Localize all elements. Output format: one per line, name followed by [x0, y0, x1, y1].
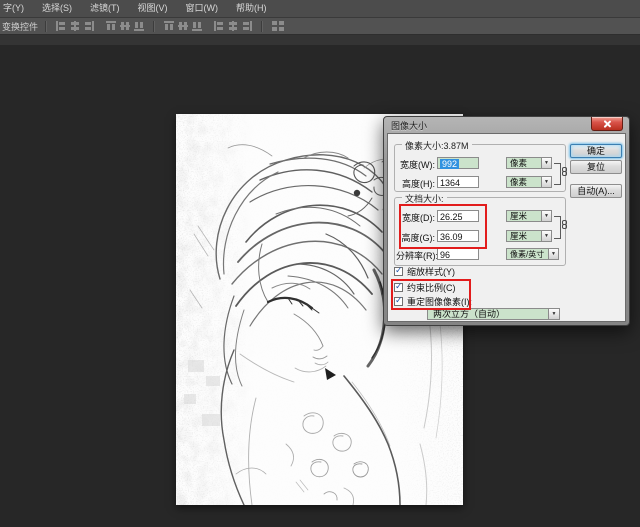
distribute-right-edges-icon[interactable]: [242, 21, 252, 31]
auto-align-layers-icon[interactable]: [272, 21, 285, 31]
pixel-height-label: 高度(H):: [396, 177, 435, 190]
pixel-height-unit-select[interactable]: 像素 ▼: [506, 176, 552, 188]
menu-bar: 字(Y) 选择(S) 滤镜(T) 视图(V) 窗口(W) 帮助(H): [0, 0, 640, 18]
dropdown-arrow-icon[interactable]: ▼: [541, 176, 552, 188]
dropdown-arrow-icon[interactable]: ▼: [541, 157, 552, 169]
doc-height-unit-select[interactable]: 厘米 ▼: [506, 230, 552, 242]
resolution-unit-select[interactable]: 像素/英寸 ▼: [506, 248, 559, 260]
distribute-horizontal-centers-icon[interactable]: [228, 21, 238, 31]
close-icon: [604, 120, 611, 127]
options-separator: [261, 21, 263, 32]
pixel-height-row: 高度(H): 1364 像素 ▼: [396, 176, 562, 189]
align-vertical-centers-icon[interactable]: [120, 21, 130, 31]
doc-link-bracket: [554, 216, 561, 239]
show-transform-controls-label[interactable]: 变换控件: [2, 20, 38, 33]
dropdown-arrow-icon[interactable]: ▼: [548, 308, 560, 320]
pixel-link-chain-icon: [562, 167, 568, 178]
auto-button[interactable]: 自动(A)...: [570, 184, 622, 198]
pixel-height-unit-value: 像素: [506, 176, 541, 188]
align-bottom-edges-icon[interactable]: [134, 21, 144, 31]
options-separator: [153, 21, 155, 32]
doc-width-unit-select[interactable]: 厘米 ▼: [506, 210, 552, 222]
options-separator: [45, 21, 47, 32]
workspace-top-shade: [0, 35, 640, 45]
distribute-vertical-centers-icon[interactable]: [178, 21, 188, 31]
pixel-width-unit-value: 像素: [506, 157, 541, 169]
pixel-width-row: 宽度(W): 992 像素 ▼: [396, 157, 562, 170]
pixel-width-value: 992: [440, 159, 459, 169]
annotation-red-box-document-size: [399, 204, 487, 249]
pixel-height-input[interactable]: 1364: [437, 176, 479, 188]
pixel-link-bracket: [554, 163, 561, 185]
dialog-title: 图像大小: [391, 119, 427, 132]
image-size-dialog: 图像大小 像素大小:3.87M 宽度(W): 992 像素 ▼ 高度(H): 1…: [383, 116, 630, 326]
menu-item-help[interactable]: 帮助(H): [227, 0, 276, 17]
doc-height-unit-value: 厘米: [506, 230, 541, 242]
pixel-width-unit-select[interactable]: 像素 ▼: [506, 157, 552, 169]
dropdown-arrow-icon[interactable]: ▼: [548, 248, 559, 260]
dropdown-arrow-icon[interactable]: ▼: [541, 210, 552, 222]
align-left-edges-icon[interactable]: [56, 21, 66, 31]
pixel-width-input[interactable]: 992: [437, 157, 479, 169]
dropdown-arrow-icon[interactable]: ▼: [541, 230, 552, 242]
menu-item-type[interactable]: 字(Y): [0, 0, 33, 17]
menu-item-window[interactable]: 窗口(W): [177, 0, 228, 17]
checkbox-checked-icon: ✓: [394, 267, 403, 276]
doc-link-chain-icon: [562, 220, 568, 231]
scale-styles-label: 缩放样式(Y): [407, 265, 455, 278]
pixel-width-label: 宽度(W):: [396, 158, 435, 171]
resolution-input[interactable]: 96: [437, 248, 479, 260]
doc-width-unit-value: 厘米: [506, 210, 541, 222]
resolution-row: 分辨率(R): 96 像素/英寸 ▼: [396, 248, 562, 261]
annotation-red-box-checkboxes: [391, 279, 471, 310]
align-right-edges-icon[interactable]: [84, 21, 94, 31]
resolution-label: 分辨率(R):: [396, 249, 435, 262]
ok-button[interactable]: 确定: [570, 144, 622, 158]
resolution-unit-value: 像素/英寸: [506, 248, 548, 260]
menu-item-select[interactable]: 选择(S): [33, 0, 81, 17]
distribute-left-edges-icon[interactable]: [214, 21, 224, 31]
pixel-dimensions-title: 像素大小:3.87M: [402, 139, 472, 152]
reset-button[interactable]: 复位: [570, 160, 622, 174]
options-bar: 变换控件: [0, 18, 640, 35]
dialog-body: 像素大小:3.87M 宽度(W): 992 像素 ▼ 高度(H): 1364 像…: [387, 133, 626, 322]
align-horizontal-centers-icon[interactable]: [70, 21, 80, 31]
distribute-bottom-edges-icon[interactable]: [192, 21, 202, 31]
close-button[interactable]: [591, 117, 623, 131]
align-top-edges-icon[interactable]: [106, 21, 116, 31]
menu-item-filter[interactable]: 滤镜(T): [81, 0, 129, 17]
scale-styles-checkbox[interactable]: ✓ 缩放样式(Y): [394, 266, 455, 277]
menu-item-view[interactable]: 视图(V): [129, 0, 177, 17]
distribute-top-edges-icon[interactable]: [164, 21, 174, 31]
